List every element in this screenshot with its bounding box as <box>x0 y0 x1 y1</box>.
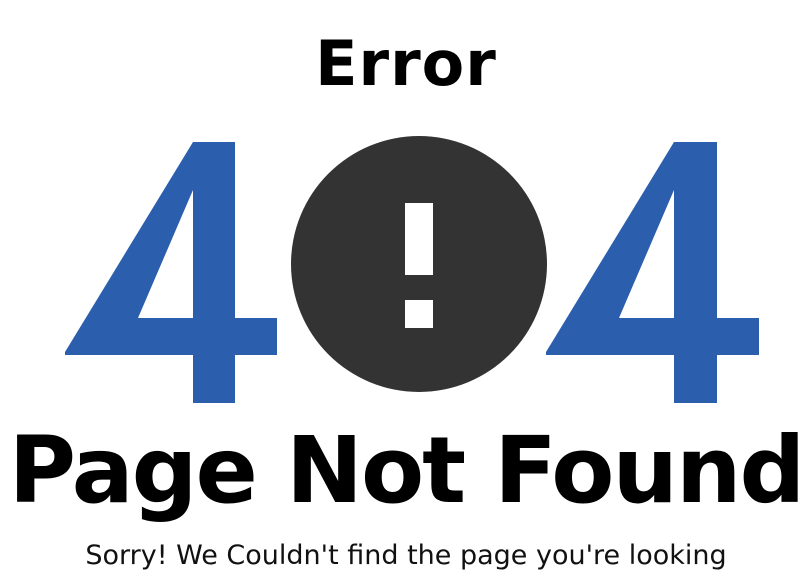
error-message: Sorry! We Couldn't find the page you're … <box>85 540 727 571</box>
error-title: Error <box>315 27 497 100</box>
digit-four-right <box>546 142 759 403</box>
exclamation-circle-icon <box>291 136 547 392</box>
code-digit-left: 4 <box>0 130 1 131</box>
page-not-found-heading: Page Not Found <box>8 417 806 524</box>
digit-four-left <box>65 142 277 403</box>
code-digit-right: 4 <box>0 130 1 131</box>
error-code-404: 4 4 <box>0 130 812 420</box>
